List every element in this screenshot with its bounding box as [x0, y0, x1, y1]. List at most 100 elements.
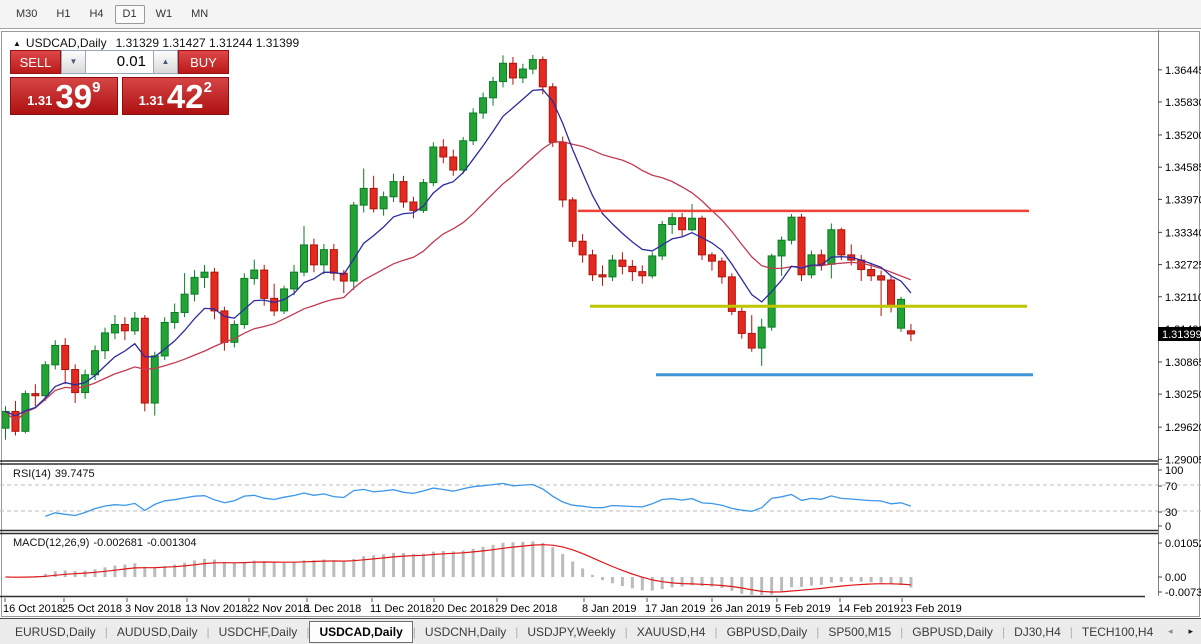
price-axis-label: 1.33340 [1165, 227, 1201, 239]
candle-body [648, 255, 657, 277]
symbol-tab-eurusd-0[interactable]: EURUSD,Daily [6, 621, 105, 643]
candle-body [101, 332, 109, 352]
sell-price-pipette: 9 [92, 79, 101, 96]
candle-body [747, 332, 756, 349]
symbol-tab-gbpusd-9[interactable]: GBPUSD,Daily [903, 621, 1002, 643]
date-axis-label: 29 Dec 2018 [495, 603, 557, 615]
tab-scroll-arrows: ◂ ▸ [1163, 619, 1197, 644]
price-axis-label: 1.30250 [1165, 389, 1201, 401]
timeframe-toolbar: M30 H1 H4 D1 W1 MN [0, 0, 1201, 29]
symbol-tab-dj30-10[interactable]: DJ30,H4 [1005, 621, 1070, 643]
candle-body [618, 259, 627, 267]
chevron-up-icon: ▲ [161, 57, 170, 66]
candle-body [319, 249, 328, 266]
current-price-value: 1.31399 [1162, 329, 1201, 341]
rsi-value: 39.7475 [54, 468, 95, 480]
macd-main-value: -0.002681 [93, 537, 143, 549]
candle-body [150, 355, 159, 404]
candle-body [309, 244, 318, 266]
sell-button[interactable]: SELL [10, 50, 61, 74]
symbol-tab-usdcad-3[interactable]: USDCAD,Daily [309, 620, 413, 643]
timeframe-tab-w1[interactable]: W1 [148, 5, 181, 24]
candle-body [678, 217, 687, 231]
price-axis-label: 1.30865 [1165, 357, 1201, 369]
candle-body [200, 271, 209, 278]
date-axis-label: 11 Dec 2018 [370, 603, 432, 615]
rsi-scale-label: 0 [1165, 521, 1171, 533]
volume-decrease-button[interactable]: ▼ [61, 50, 86, 74]
buy-button[interactable]: BUY [178, 50, 229, 74]
rsi-scale-label: 100 [1165, 465, 1183, 477]
macd-scale-label: -0.0073 [1165, 587, 1201, 599]
sell-price-box[interactable]: 1.31 39 9 [10, 77, 118, 115]
candle-body [877, 275, 886, 281]
candle-body [170, 311, 179, 323]
symbol-tab-usdjpy-5[interactable]: USDJPY,Weekly [518, 621, 624, 643]
candle-body [608, 259, 617, 278]
one-click-trade-widget: SELL ▼ 0.01 ▲ BUY 1.31 39 9 1.31 42 2 [10, 50, 229, 115]
scroll-right-icon[interactable]: ▸ [1188, 626, 1193, 637]
candle-body [180, 293, 189, 313]
candle-body [638, 271, 647, 277]
symbol-tab-tech100-11[interactable]: TECH100,H4 [1073, 621, 1162, 643]
buy-price-box[interactable]: 1.31 42 2 [121, 77, 229, 115]
price-axis-label: 1.32110 [1165, 292, 1201, 304]
date-axis-label: 25 Oct 2018 [62, 603, 122, 615]
candle-body [499, 62, 507, 83]
rsi-scale-label: 30 [1165, 507, 1177, 519]
candle-body [598, 274, 607, 278]
symbol-tab-sp500-8[interactable]: SP500,M15 [819, 621, 900, 643]
candle-body [71, 369, 80, 394]
macd-scale-label: 0.010525 [1165, 538, 1201, 550]
candle-body [887, 279, 896, 307]
candle-body [240, 277, 249, 326]
candle-body [389, 181, 398, 198]
candle-body [538, 59, 547, 88]
price-axis-label: 1.35200 [1165, 130, 1201, 142]
date-axis-label: 5 Feb 2019 [775, 603, 831, 615]
date-axis-label: 17 Jan 2019 [645, 603, 706, 615]
timeframe-tab-d1[interactable]: D1 [114, 4, 145, 24]
date-axis-label: 22 Nov 2018 [247, 603, 309, 615]
candle-body [628, 265, 637, 273]
rsi-indicator-label: RSI(14) 39.7475 [13, 468, 99, 480]
candle-body [588, 254, 597, 276]
symbol-tab-usdchf-2[interactable]: USDCHF,Daily [210, 621, 307, 643]
buy-price-pipette: 2 [203, 79, 212, 96]
candle-body [130, 317, 139, 332]
candle-body [270, 297, 279, 312]
timeframe-tab-m30[interactable]: M30 [8, 5, 45, 24]
volume-increase-button[interactable]: ▲ [153, 50, 178, 74]
date-axis-label: 20 Dec 2018 [432, 603, 494, 615]
candle-body [110, 324, 119, 334]
candle-body [31, 393, 40, 397]
chart-symbol-label: USDCAD,Daily [25, 36, 107, 50]
price-axis-label: 1.34585 [1165, 162, 1201, 174]
symbol-tab-xauusd-6[interactable]: XAUUSD,H4 [628, 621, 715, 643]
candle-body [399, 181, 408, 203]
date-axis-label: 13 Nov 2018 [185, 603, 247, 615]
symbol-tab-usdcnh-4[interactable]: USDCNH,Daily [416, 621, 515, 643]
timeframe-tab-mn[interactable]: MN [183, 5, 216, 24]
candle-body [290, 271, 299, 290]
candle-body [837, 229, 846, 256]
candle-body [51, 344, 60, 366]
timeframe-tab-h4[interactable]: H4 [81, 5, 111, 24]
volume-input[interactable]: 0.01 [86, 50, 153, 74]
macd-name: MACD(12,26,9) [13, 537, 90, 549]
candle-body [439, 146, 448, 158]
candle-body [548, 86, 557, 143]
collapse-arrow-icon[interactable]: ▲ [13, 39, 21, 48]
chart-title: ▲ USDCAD,Daily 1.31329 1.31427 1.31244 1.3… [13, 36, 299, 50]
candle-body [449, 156, 458, 171]
chevron-down-icon: ▼ [69, 57, 78, 66]
candle-body [897, 298, 905, 329]
scroll-left-icon[interactable]: ◂ [1168, 626, 1173, 637]
date-axis-label: 16 Oct 2018 [3, 603, 63, 615]
candle-body [479, 97, 488, 114]
symbol-tab-gbpusd-7[interactable]: GBPUSD,Daily [718, 621, 817, 643]
macd-indicator-label: MACD(12,26,9) -0.002681 -0.001304 [13, 537, 201, 549]
symbol-tab-audusd-1[interactable]: AUDUSD,Daily [108, 621, 207, 643]
timeframe-tab-h1[interactable]: H1 [48, 5, 78, 24]
candle-body [777, 239, 786, 257]
